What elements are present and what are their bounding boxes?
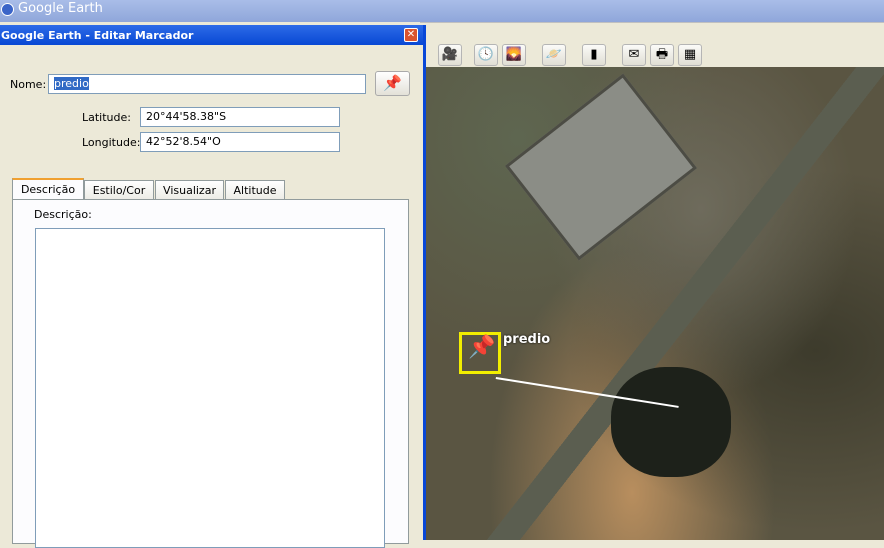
name-value: predio [54,77,89,90]
description-label: Descrição: [34,208,92,221]
pushpin-icon-button[interactable]: 📌 [375,71,410,96]
app-title-bar: Google Earth [0,0,884,22]
toolbar: 🎥 🕓 🌄 🪐 ▮ ✉ 🖶 ▦ [420,22,884,67]
tab-altitude[interactable]: Altitude [225,180,285,200]
longitude-label: Longitude: [82,136,141,149]
name-input[interactable]: predio [48,74,366,94]
latitude-input[interactable]: 20°44'58.38"S [140,107,340,127]
email-icon[interactable]: ✉ [622,44,646,66]
movie-icon[interactable]: 🎥 [438,44,462,66]
longitude-input[interactable]: 42°52'8.54"O [140,132,340,152]
clock-icon[interactable]: 🕓 [474,44,498,66]
building [504,73,698,261]
google-earth-logo-icon [1,3,14,16]
edit-placemark-dialog: Google Earth - Editar Marcador ✕ Nome: p… [0,25,426,548]
placemark-label: predio [503,332,551,347]
sunlight-icon[interactable]: 🌄 [502,44,526,66]
tab-estilo-cor[interactable]: Estilo/Cor [84,180,154,200]
dialog-title: Google Earth - Editar Marcador [1,29,194,42]
pushpin-icon: 📌 [468,335,496,360]
pond [611,367,731,477]
dialog-title-bar: Google Earth - Editar Marcador ✕ [0,25,423,45]
ruler-icon[interactable]: ▮ [582,44,606,66]
map-image-icon[interactable]: ▦ [678,44,702,66]
name-label: Nome: [10,78,47,91]
close-button[interactable]: ✕ [404,28,418,42]
planet-icon[interactable]: 🪐 [542,44,566,66]
latitude-label: Latitude: [82,111,131,124]
description-panel: Descrição: [12,199,409,548]
print-icon[interactable]: 🖶 [650,44,674,66]
map-view[interactable]: 📌 predio [426,67,884,540]
description-textarea[interactable] [35,228,385,548]
placemark-pin[interactable]: 📌 [459,332,501,374]
app-title: Google Earth [18,1,103,16]
tab-visualizar[interactable]: Visualizar [155,180,224,200]
tab-descricao[interactable]: Descrição [12,178,84,200]
